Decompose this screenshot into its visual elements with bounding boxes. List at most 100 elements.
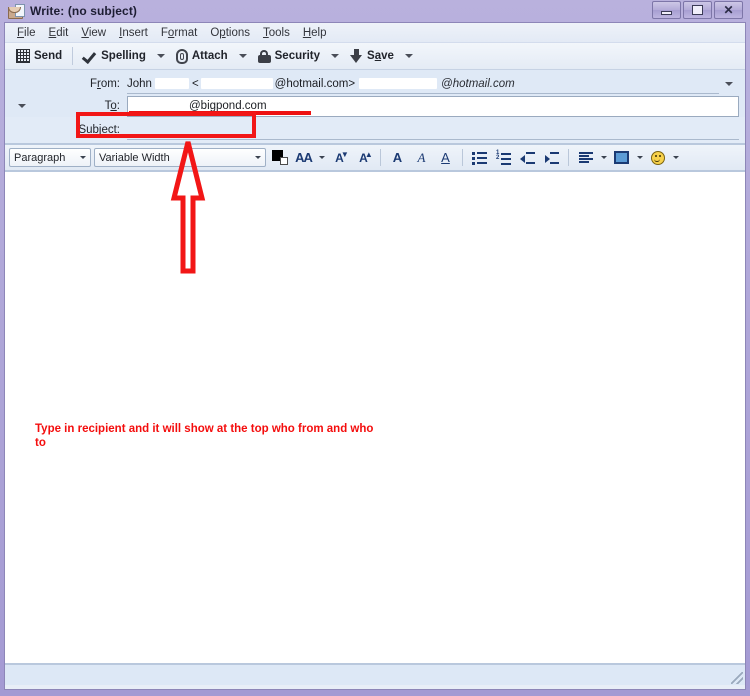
write-compose-window: Write: (no subject) ✕ File Edit View Ins…	[0, 0, 750, 696]
window-controls: ✕	[652, 1, 743, 19]
format-toolbar: Paragraph Variable Width AA A ▼ A ▲ A A …	[5, 145, 745, 171]
redacted-to-localpart	[131, 100, 187, 112]
minimize-icon	[661, 10, 672, 15]
menu-bar: File Edit View Insert Format Options Too…	[5, 23, 745, 43]
close-button[interactable]: ✕	[714, 1, 743, 19]
from-identity-suffix: @hotmail.com	[441, 77, 515, 90]
main-toolbar: Send Spelling Attach Security Save	[5, 43, 745, 70]
insert-image-button[interactable]	[611, 148, 632, 168]
message-body-editor[interactable]: Type in recipient and it will show at th…	[5, 171, 745, 664]
subject-input[interactable]	[127, 121, 739, 140]
indent-icon	[544, 151, 559, 164]
increase-font-size-button[interactable]: A ▲	[353, 148, 374, 168]
menu-help[interactable]: Help	[297, 26, 334, 40]
chevron-down-icon	[331, 54, 340, 58]
decrease-font-icon: A ▼	[335, 149, 349, 165]
color-swatch-icon	[271, 150, 288, 165]
spelling-button[interactable]: Spelling	[78, 47, 151, 65]
menu-edit[interactable]: Edit	[43, 26, 76, 40]
increase-font-icon: A ▲	[359, 149, 373, 165]
lock-icon	[257, 49, 271, 63]
save-button[interactable]: Save	[345, 47, 399, 65]
indent-button[interactable]	[541, 148, 562, 168]
paragraph-style-select[interactable]: Paragraph	[9, 148, 91, 167]
from-angle-open: <	[191, 77, 199, 90]
attach-dropdown[interactable]	[233, 52, 253, 60]
window-title: Write: (no subject)	[30, 4, 138, 18]
image-icon	[614, 151, 629, 164]
menu-options[interactable]: Options	[204, 26, 257, 40]
attach-button[interactable]: Attach	[171, 47, 233, 66]
annotation-text: Type in recipient and it will show at th…	[35, 423, 374, 449]
chevron-down-icon	[255, 156, 261, 159]
spelling-dropdown[interactable]	[151, 52, 171, 60]
numbered-list-button[interactable]: 1 2	[493, 148, 514, 168]
font-size-button[interactable]: AA	[293, 148, 314, 168]
from-row: From: John < @hotmail.com> @hotmail.com	[5, 73, 745, 95]
checkmark-icon	[83, 49, 97, 63]
security-dropdown[interactable]	[325, 52, 345, 60]
outdent-button[interactable]	[517, 148, 538, 168]
resize-grip[interactable]	[731, 672, 743, 684]
font-size-icon: AA	[295, 150, 313, 165]
send-icon	[16, 49, 30, 63]
message-headers: From: John < @hotmail.com> @hotmail.com	[5, 70, 745, 145]
spelling-label: Spelling	[101, 50, 146, 62]
menu-file[interactable]: File	[11, 26, 43, 40]
menu-insert[interactable]: Insert	[113, 26, 155, 40]
align-button[interactable]	[575, 148, 596, 168]
bold-button[interactable]: A	[387, 148, 408, 168]
insert-image-dropdown[interactable]	[635, 156, 644, 159]
chevron-down-icon	[238, 54, 247, 58]
toolbar-separator	[72, 47, 74, 65]
paperclip-icon	[175, 48, 188, 64]
paragraph-style-value: Paragraph	[14, 151, 66, 164]
numbered-list-icon: 1 2	[496, 150, 511, 165]
from-field[interactable]: John < @hotmail.com> @hotmail.com	[127, 75, 719, 94]
subject-label: Subject:	[78, 124, 120, 136]
save-label: Save	[367, 50, 394, 62]
format-separator	[462, 149, 463, 166]
bulleted-list-icon	[472, 151, 487, 165]
align-dropdown[interactable]	[599, 156, 608, 159]
insert-smiley-button[interactable]	[647, 148, 668, 168]
send-button[interactable]: Send	[11, 47, 67, 65]
from-address-suffix: @hotmail.com>	[274, 77, 356, 90]
subject-row: Subject:	[5, 117, 745, 144]
security-button[interactable]: Security	[253, 48, 325, 65]
to-row: To: @bigpond.com	[5, 95, 745, 117]
attach-label: Attach	[191, 50, 228, 62]
maximize-button[interactable]	[683, 1, 712, 19]
chevron-down-icon	[80, 156, 86, 159]
font-size-dropdown[interactable]	[317, 156, 326, 159]
menu-view[interactable]: View	[75, 26, 113, 40]
underline-icon: A	[441, 150, 450, 165]
save-dropdown[interactable]	[399, 52, 419, 60]
from-label: From:	[89, 78, 120, 90]
title-bar[interactable]: Write: (no subject) ✕	[4, 0, 746, 22]
from-identity-dropdown[interactable]	[719, 80, 739, 88]
underline-button[interactable]: A	[435, 148, 456, 168]
align-icon	[578, 152, 593, 163]
bulleted-list-button[interactable]	[469, 148, 490, 168]
menu-tools[interactable]: Tools	[257, 26, 297, 40]
insert-smiley-dropdown[interactable]	[671, 156, 680, 159]
italic-icon: A	[417, 149, 426, 165]
italic-button[interactable]: A	[411, 148, 432, 168]
chevron-down-icon	[318, 156, 325, 159]
text-color-button[interactable]	[269, 148, 290, 168]
chevron-down-icon	[725, 82, 733, 86]
chevron-down-icon	[156, 54, 165, 58]
minimize-button[interactable]	[652, 1, 681, 19]
security-label: Security	[274, 50, 321, 62]
from-display-name: John	[127, 77, 152, 90]
recipient-type-dropdown[interactable]	[5, 104, 39, 108]
chevron-down-icon	[18, 104, 26, 108]
decrease-font-size-button[interactable]: A ▼	[329, 148, 350, 168]
menu-format[interactable]: Format	[155, 26, 204, 40]
redacted-from-localpart	[200, 78, 273, 89]
from-highlight-underline	[129, 111, 311, 115]
up-arrow-annotation	[170, 141, 206, 274]
smiley-icon	[650, 150, 665, 165]
format-separator	[568, 149, 569, 166]
